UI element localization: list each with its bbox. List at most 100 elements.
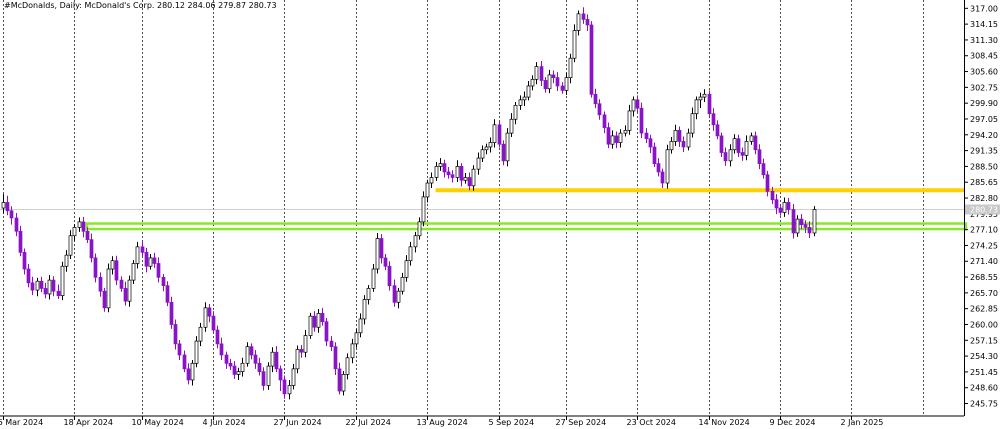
candle-body bbox=[270, 351, 275, 367]
candle-body bbox=[266, 365, 271, 386]
candle-body bbox=[194, 340, 199, 364]
candle[interactable] bbox=[106, 263, 111, 313]
candle[interactable] bbox=[505, 128, 510, 167]
time-tick-label: 27 Sep 2024 bbox=[556, 418, 607, 427]
candle-body bbox=[740, 152, 745, 156]
candle-body bbox=[345, 357, 350, 375]
candle-body bbox=[30, 282, 35, 291]
candle-body bbox=[135, 246, 140, 264]
candle-body bbox=[522, 96, 527, 101]
candle-body bbox=[765, 174, 770, 192]
candle-body bbox=[371, 268, 376, 289]
price-tick-label: 302.75 bbox=[970, 83, 998, 92]
candle-body bbox=[400, 276, 405, 292]
candle[interactable] bbox=[421, 191, 426, 227]
candle-body bbox=[631, 99, 636, 112]
candle[interactable] bbox=[131, 260, 136, 284]
candle-body bbox=[236, 371, 241, 375]
candle-body bbox=[207, 307, 212, 317]
candle-body bbox=[320, 313, 325, 323]
time-tick-label: 10 May 2024 bbox=[132, 418, 184, 427]
candle-body bbox=[677, 129, 682, 142]
candle-body bbox=[534, 66, 539, 80]
candle-body bbox=[425, 182, 430, 198]
candle-body bbox=[161, 276, 166, 287]
price-tick-label: 285.65 bbox=[970, 178, 998, 187]
candle-body bbox=[656, 163, 661, 173]
candle-body bbox=[417, 221, 422, 237]
time-tick-label: 26 Mar 2024 bbox=[0, 418, 43, 427]
candle-body bbox=[89, 239, 94, 259]
candle-body bbox=[723, 152, 728, 162]
price-tick-label: 317.00 bbox=[970, 4, 998, 13]
candle[interactable] bbox=[308, 312, 313, 339]
candle-body bbox=[669, 141, 674, 151]
candle-body bbox=[581, 13, 586, 20]
price-tick-label: 277.10 bbox=[970, 226, 998, 235]
candle-body bbox=[261, 371, 266, 386]
candle[interactable] bbox=[295, 345, 300, 374]
candle[interactable] bbox=[812, 206, 817, 237]
candle-body bbox=[350, 343, 355, 359]
candle-body bbox=[291, 368, 296, 386]
chart-window: 317.00 314.15 311.30 308.45 305.60 302.75 299.… bbox=[0, 0, 1000, 429]
candle-body bbox=[635, 99, 640, 109]
chart-timeframe: Daily bbox=[60, 1, 81, 10]
candle-body bbox=[156, 263, 161, 278]
candle-body bbox=[597, 103, 602, 116]
candle-body bbox=[518, 99, 523, 106]
candlestick-chart[interactable]: 317.00 314.15 311.30 308.45 305.60 302.75 299.… bbox=[0, 0, 1000, 429]
candle-body bbox=[5, 202, 10, 212]
price-tick-label: 245.75 bbox=[970, 400, 998, 409]
candle-body bbox=[568, 57, 573, 79]
price-tick-label: 282.80 bbox=[970, 194, 998, 203]
candle[interactable] bbox=[102, 287, 107, 312]
candle[interactable] bbox=[589, 21, 594, 98]
candle-body bbox=[681, 141, 686, 148]
candle-body bbox=[18, 230, 23, 253]
candle-body bbox=[140, 246, 145, 253]
candle[interactable] bbox=[194, 336, 199, 368]
candle-body bbox=[782, 202, 787, 213]
candle[interactable] bbox=[639, 102, 644, 139]
candle[interactable] bbox=[60, 261, 65, 301]
candle-body bbox=[228, 362, 233, 367]
current-price-label: 280.73 bbox=[970, 205, 998, 214]
candle-body bbox=[173, 324, 178, 345]
candle-body bbox=[98, 276, 103, 292]
candle-body bbox=[144, 252, 149, 267]
candle-body bbox=[543, 80, 548, 90]
price-tick-label: 271.40 bbox=[970, 257, 998, 266]
candle-body bbox=[736, 138, 741, 153]
candle-body bbox=[51, 279, 56, 292]
candle-body bbox=[379, 238, 384, 259]
candle-body bbox=[165, 285, 170, 303]
candle-body bbox=[673, 129, 678, 142]
price-tick-label: 251.45 bbox=[970, 368, 998, 377]
candle[interactable] bbox=[707, 90, 712, 119]
candle-body bbox=[119, 279, 124, 289]
candle-body bbox=[56, 290, 61, 296]
price-tick-label: 248.60 bbox=[970, 384, 998, 393]
candle-body bbox=[114, 260, 119, 281]
candle-body bbox=[665, 149, 670, 184]
candle[interactable] bbox=[266, 362, 271, 390]
candle[interactable] bbox=[665, 144, 670, 189]
candle-body bbox=[26, 268, 31, 284]
candle-body bbox=[778, 207, 783, 213]
candle-body bbox=[14, 217, 19, 232]
candle-body bbox=[702, 93, 707, 98]
price-tick-label: 291.35 bbox=[970, 147, 998, 156]
candle-body bbox=[690, 113, 695, 134]
candle-body bbox=[501, 143, 506, 162]
candle-body bbox=[392, 285, 397, 303]
candle-body bbox=[497, 124, 502, 145]
candle-body bbox=[606, 127, 611, 145]
candle-body bbox=[715, 124, 720, 137]
candle[interactable] bbox=[375, 232, 380, 274]
candle-body bbox=[686, 132, 691, 148]
candle-body bbox=[572, 30, 577, 59]
candle-body bbox=[791, 209, 796, 234]
candle-body bbox=[358, 318, 363, 334]
candle-body bbox=[480, 149, 485, 159]
